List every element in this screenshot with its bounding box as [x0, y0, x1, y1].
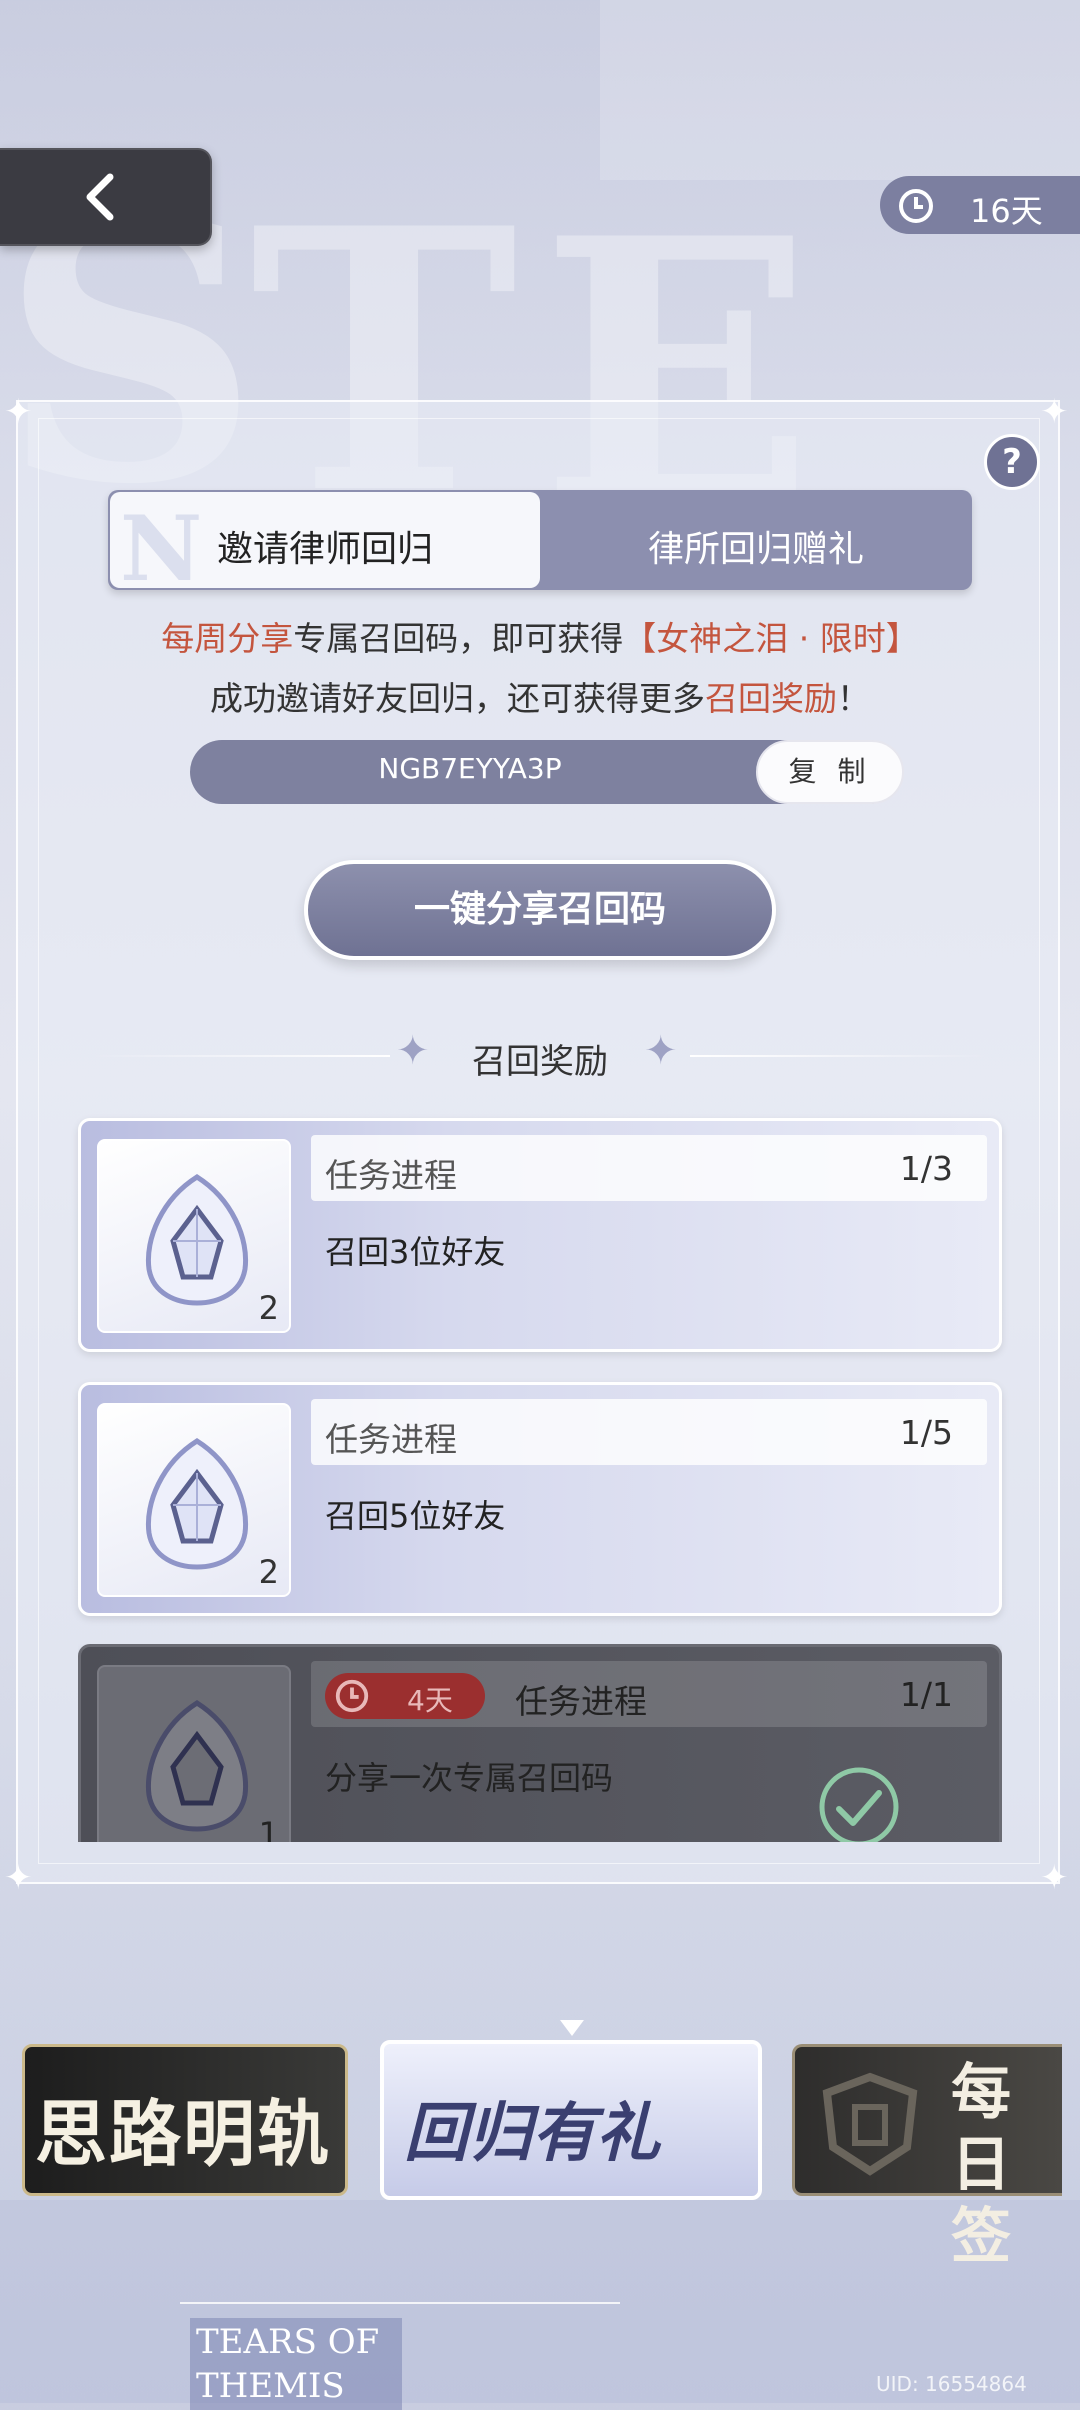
section-title: 召回奖励: [472, 1042, 608, 1082]
highlight-text: 【女神之泪 · 限时】: [623, 619, 919, 658]
event-timer: 16天: [880, 176, 1080, 234]
banner-daily-signin[interactable]: 每日 签: [792, 2044, 1062, 2272]
clock-icon: [899, 189, 933, 223]
banner-return-gift[interactable]: 回归有礼: [380, 2040, 762, 2200]
progress-value: 1/5: [899, 1413, 953, 1452]
banner-title-line: 签: [951, 2202, 1011, 2272]
description-line-1: 每周分享专属召回码，即可获得【女神之泪 · 限时】: [0, 612, 1080, 660]
user-id: UID: 16554864: [876, 2372, 1027, 2396]
banner-title: 思路明轨: [35, 2091, 332, 2176]
banner-title: 每日 签: [951, 2057, 1062, 2273]
sparkle-icon: ✦: [4, 1858, 33, 1898]
copy-button[interactable]: 复 制: [756, 740, 904, 804]
game-logo: TEARS OF THEMIS: [190, 2318, 402, 2410]
shield-icon: [822, 2072, 918, 2176]
task-card: 2 任务进程 1/5 召回5位好友: [78, 1382, 1002, 1616]
description-text: ！: [837, 679, 870, 718]
limited-time-badge: 4天: [325, 1673, 485, 1719]
task-card-completed: 1 4天 任务进程 1/1 分享一次专属召回码: [78, 1644, 1002, 1842]
logo-line: TEARS OF: [196, 2322, 380, 2362]
task-card-clip: 1 4天 任务进程 1/1 分享一次专属召回码: [78, 1644, 1002, 1842]
description-text: 成功邀请好友回归，还可获得更多: [210, 679, 705, 718]
footer-line: [180, 2302, 620, 2304]
description-line-2: 成功邀请好友回归，还可获得更多召回奖励！: [0, 672, 1080, 720]
selected-indicator: [560, 2020, 584, 2036]
tab-invite-label[interactable]: 邀请律师回归: [110, 520, 540, 572]
progress-label: 任务进程: [515, 1682, 647, 1721]
sparkle-icon: ✦: [4, 392, 33, 432]
reward-quantity: 2: [258, 1289, 279, 1327]
task-name: 分享一次专属召回码: [325, 1759, 614, 1797]
logo-line: THEMIS: [196, 2366, 345, 2406]
timer-days: 16天: [970, 192, 1043, 230]
highlight-text: 召回奖励: [705, 679, 837, 718]
progress-value: 1/1: [899, 1675, 953, 1714]
reward-quantity: 1: [258, 1815, 279, 1842]
share-code-button[interactable]: 一键分享召回码: [304, 860, 776, 960]
progress-label: 任务进程: [325, 1156, 457, 1195]
help-button[interactable]: ?: [984, 434, 1040, 490]
checkmark-icon: [819, 1767, 899, 1842]
progress-label: 任务进程: [325, 1420, 457, 1459]
back-button[interactable]: [0, 148, 212, 246]
tab-gift[interactable]: 律所回归赠礼: [540, 520, 972, 572]
tear-gem-icon: [145, 1700, 249, 1832]
task-card: 2 任务进程 1/3 召回3位好友: [78, 1118, 1002, 1352]
banner-title-line: 每日: [951, 2058, 1011, 2200]
description-text: 专属召回码，即可获得: [293, 619, 624, 658]
tear-gem-icon: [145, 1174, 249, 1306]
task-name: 召回3位好友: [325, 1233, 506, 1271]
highlight-text: 每周分享: [161, 619, 294, 658]
reward-item[interactable]: 1: [97, 1665, 291, 1842]
sparkle-icon: ✦: [1040, 1858, 1069, 1898]
banner-title: 回归有礼: [404, 2096, 660, 2171]
progress-value: 1/3: [899, 1149, 953, 1188]
chevron-left-icon: [86, 173, 114, 221]
sparkle-icon: ✦: [1040, 392, 1069, 432]
reward-item[interactable]: 2: [97, 1139, 291, 1333]
reward-quantity: 2: [258, 1553, 279, 1591]
bg-decor-panel: [600, 0, 1080, 180]
clock-icon: [335, 1679, 369, 1713]
days-left: 4天: [407, 1684, 453, 1717]
reward-item[interactable]: 2: [97, 1403, 291, 1597]
banner-clue[interactable]: 思路明轨: [22, 2044, 348, 2196]
tear-gem-icon: [145, 1438, 249, 1570]
task-name: 召回5位好友: [325, 1497, 506, 1535]
